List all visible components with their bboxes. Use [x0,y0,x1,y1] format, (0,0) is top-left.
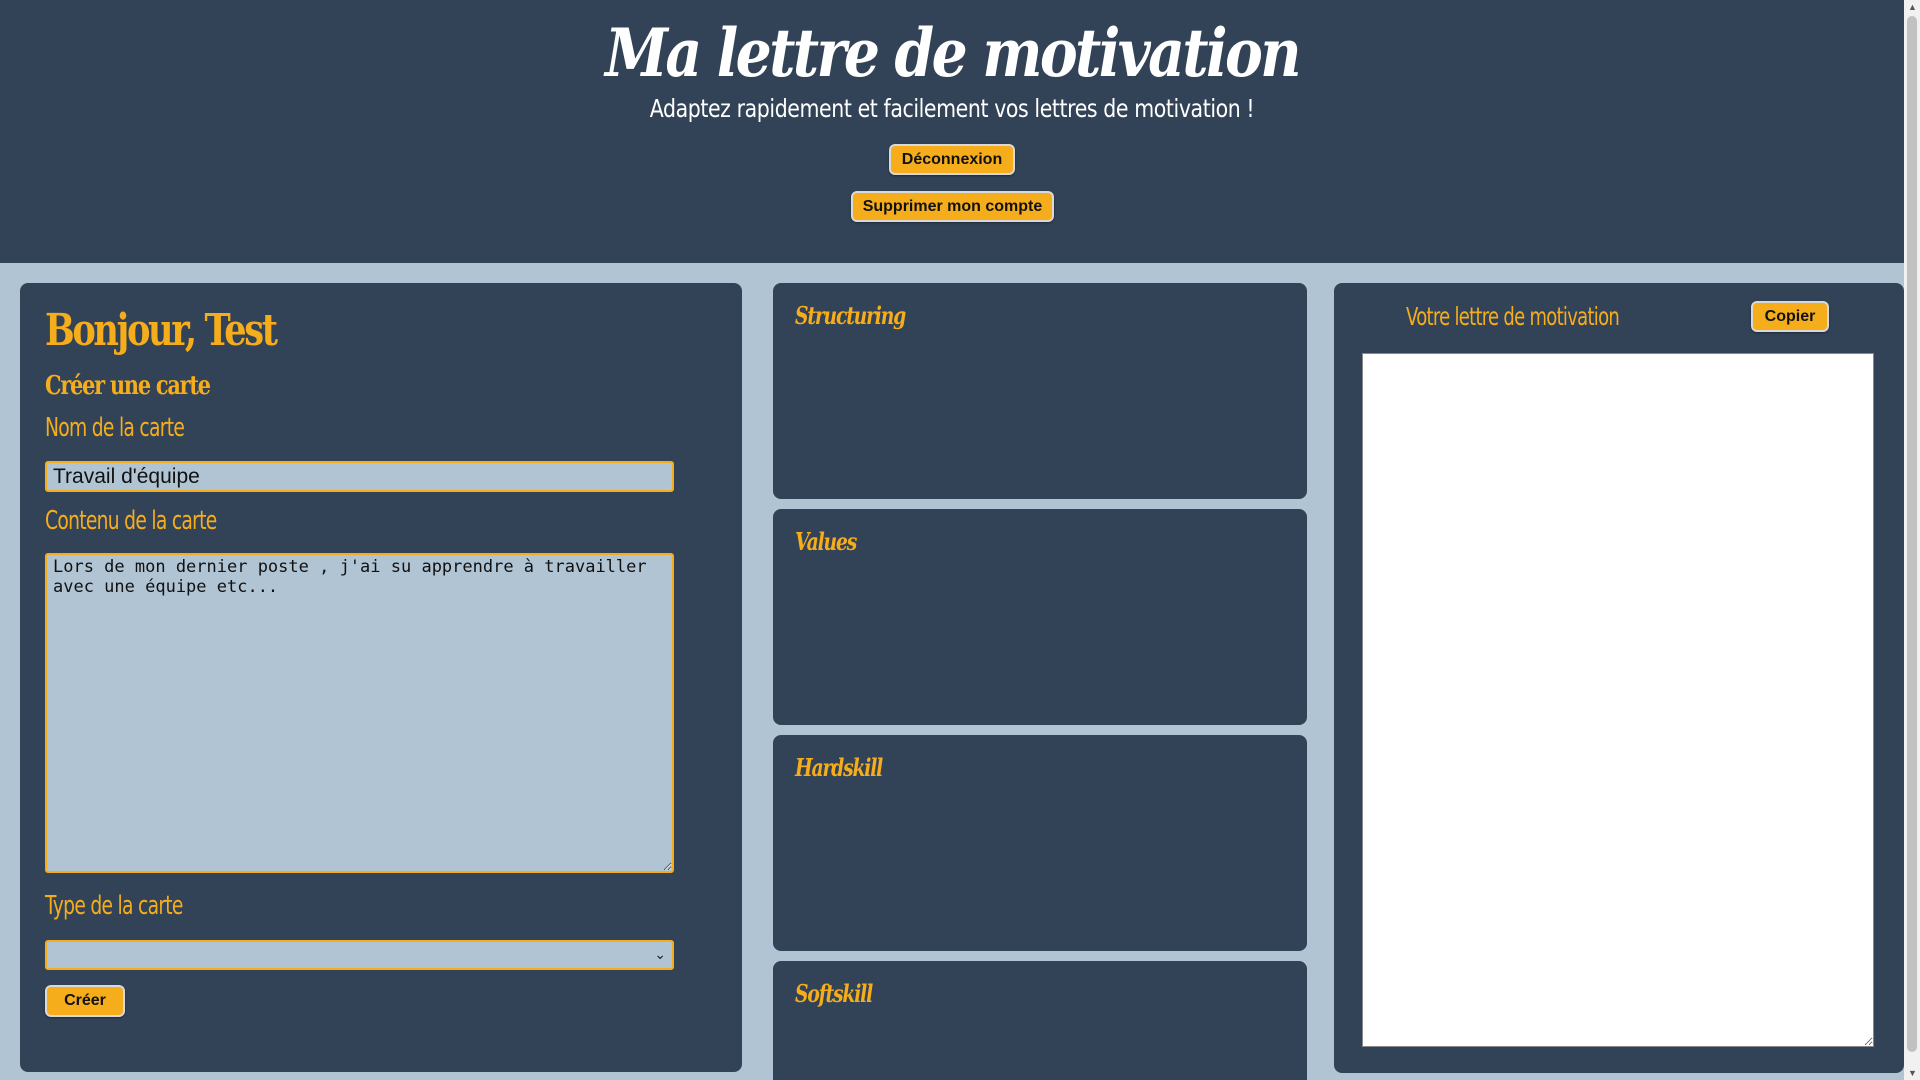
scroll-up-icon[interactable]: ▲ [1908,2,1917,12]
category-title-structuring: Structuring [795,301,906,330]
chevron-down-icon: ⌄ [654,946,666,962]
greeting-heading: Bonjour, Test [45,305,278,356]
delete-account-button[interactable]: Supprimer mon compte [851,191,1054,222]
card-type-select[interactable]: ⌄ [45,940,674,970]
card-content-textarea[interactable]: Lors de mon dernier poste , j'ai su appr… [45,553,674,873]
scrollbar-thumb[interactable] [1907,16,1917,1052]
create-card-heading: Créer une carte [45,371,211,401]
scroll-down-icon[interactable]: ▼ [1908,1068,1917,1078]
copy-button[interactable]: Copier [1751,301,1829,332]
letter-title: Votre lettre de motivation [1406,302,1620,331]
letter-textarea[interactable] [1362,353,1874,1047]
card-content-label: Contenu de la carte [45,506,217,536]
card-category-structuring: Structuring [773,283,1307,499]
card-category-softskill: Softskill [773,961,1307,1080]
card-category-values: Values [773,509,1307,725]
card-type-label: Type de la carte [45,891,183,921]
create-card-button[interactable]: Créer [45,985,125,1017]
create-card-panel: Bonjour, Test Créer une carte Nom de la … [20,283,742,1072]
card-name-input[interactable] [45,461,674,492]
card-category-hardskill: Hardskill [773,735,1307,951]
category-title-hardskill: Hardskill [795,753,883,782]
category-title-softskill: Softskill [795,979,873,1008]
category-title-values: Values [795,527,857,556]
site-title: Ma lettre de motivation [605,14,1301,92]
letter-panel: Votre lettre de motivation Copier [1334,283,1904,1073]
page-scrollbar[interactable]: ▲ ▼ [1904,0,1920,1080]
site-subtitle: Adaptez rapidement et facilement vos let… [649,94,1255,123]
card-name-label: Nom de la carte [45,413,185,443]
logout-button[interactable]: Déconnexion [889,144,1015,175]
site-header: Ma lettre de motivation Adaptez rapideme… [0,0,1904,263]
